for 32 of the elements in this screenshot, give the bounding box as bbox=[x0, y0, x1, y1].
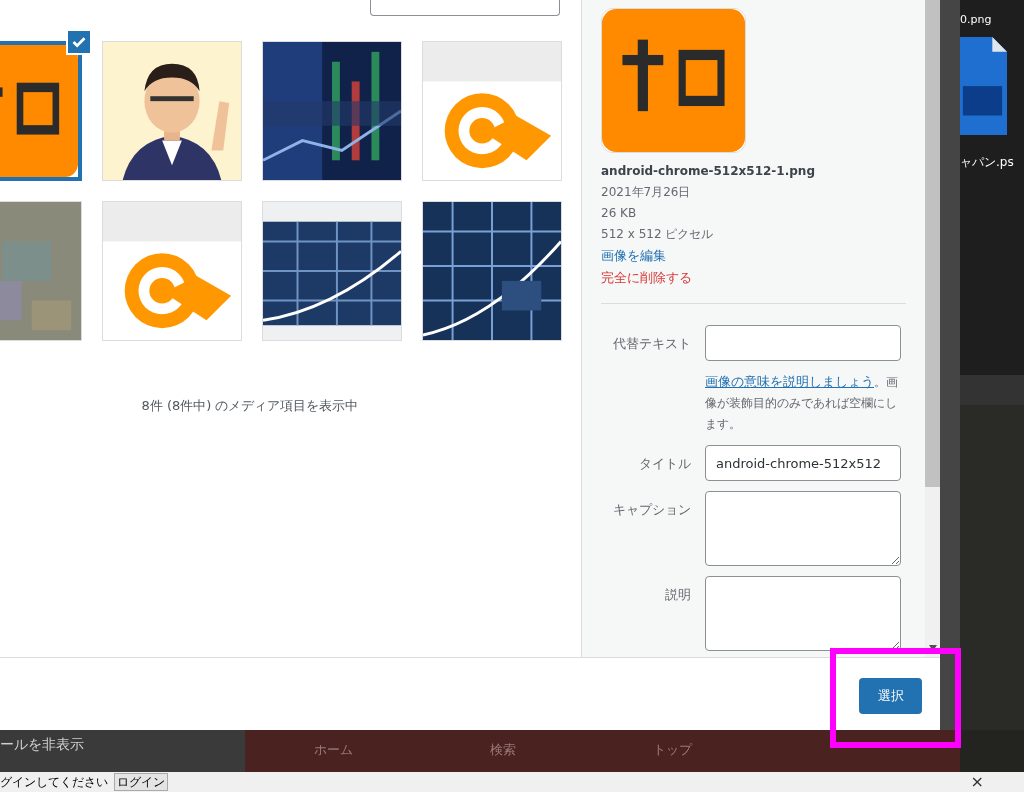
file-name: android-chrome-512x512-1.png bbox=[601, 163, 816, 180]
image-dimensions: 512 x 512 ピクセル bbox=[601, 226, 715, 243]
login-message: グインしてください bbox=[0, 774, 108, 791]
file-size: 26 KB bbox=[601, 205, 638, 222]
edit-image-link[interactable]: 画像を編集 bbox=[601, 248, 666, 263]
check-icon[interactable] bbox=[66, 29, 92, 55]
field-label: タイトル bbox=[639, 456, 691, 471]
field-label: キャプション bbox=[613, 502, 691, 517]
delete-link[interactable]: 完全に削除する bbox=[601, 270, 692, 285]
media-count: 8件 (8件中) のメディア項目を表示中 bbox=[141, 398, 359, 413]
help-link[interactable]: 画像の意味を説明しましょう bbox=[705, 374, 874, 389]
text-field[interactable]: android-chrome-512x512 bbox=[705, 445, 901, 481]
file-name-label: ャパン.ps bbox=[960, 153, 1015, 171]
nav-item[interactable]: 検索 bbox=[489, 740, 516, 760]
nav-item[interactable]: ホーム bbox=[313, 740, 353, 760]
login-button[interactable]: ログイン bbox=[114, 773, 168, 791]
field-label: 説明 bbox=[665, 587, 691, 602]
upload-date: 2021年7月26日 bbox=[601, 184, 692, 201]
scrollbar[interactable] bbox=[925, 0, 940, 657]
text-field[interactable] bbox=[705, 325, 901, 361]
search-field[interactable] bbox=[370, 0, 560, 16]
field-label: 代替テキスト bbox=[613, 336, 691, 351]
select-button[interactable]: 選択 bbox=[859, 678, 922, 714]
toolbar-text: ールを非表示 bbox=[0, 735, 84, 754]
scroll-down-icon[interactable] bbox=[928, 645, 937, 651]
text-area[interactable] bbox=[705, 491, 901, 566]
panel-strip bbox=[960, 375, 1024, 405]
help-text: 画像の意味を説明しましょう。画像が装飾目的のみであれば空欄にします。 bbox=[705, 373, 899, 433]
text-area[interactable] bbox=[705, 576, 901, 651]
file-name-label: 0.png bbox=[960, 12, 993, 28]
close-button[interactable]: × bbox=[970, 773, 984, 791]
nav-item[interactable]: トップ bbox=[652, 740, 692, 760]
